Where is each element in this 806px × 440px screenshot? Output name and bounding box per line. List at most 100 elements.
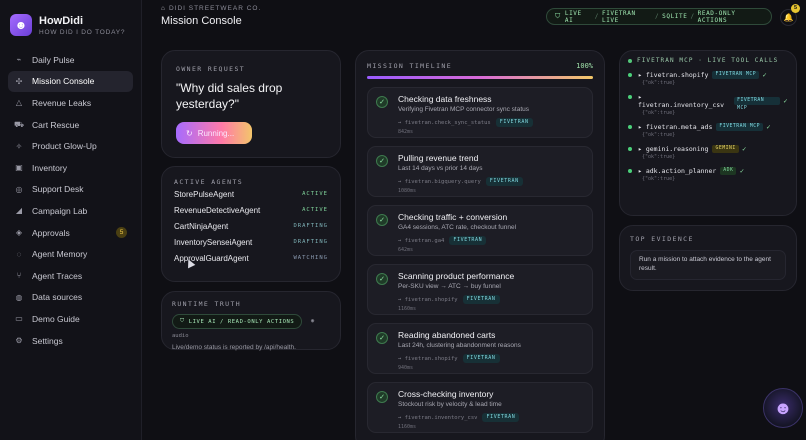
breadcrumb-store: DIDI STREETWEAR CO. (168, 5, 262, 12)
status-actions: READ-ONLY ACTIONS (697, 9, 736, 24)
step-title: Checking data freshness (398, 94, 492, 104)
sidebar-item-approvals[interactable]: ◈ Approvals 5 (8, 222, 133, 244)
step-subtitle: GA4 sessions, ATC rate, checkout funnel (398, 224, 517, 231)
sidebar-item-label: Product Glow-Up (32, 141, 97, 152)
sidebar-item-cart-rescue[interactable]: ⛟ Cart Rescue (8, 114, 133, 136)
run-mission-button[interactable]: ↻ Running... (176, 122, 252, 145)
cart-icon: ⛟ (14, 119, 25, 129)
assistant-mascot-icon[interactable]: ☻ (763, 388, 803, 428)
agent-state: ACTIVE (302, 207, 328, 213)
check-icon: ✓ (762, 72, 768, 79)
route-icon: ✣ (15, 76, 23, 86)
step-tool-call: → fivetran.inventory_csv (398, 414, 478, 421)
agent-name: InventorySenseiAgent (174, 237, 253, 247)
fivetran-tag: FIVETRAN (462, 295, 500, 304)
step-title: Reading abandoned carts (398, 330, 496, 340)
check-icon: ✓ (376, 391, 388, 403)
sidebar-item-mission-console[interactable]: ✣ Mission Console (8, 70, 133, 93)
agent-state: DRAFTING (293, 239, 328, 245)
step-tool-call: → fivetran.shopify (398, 296, 458, 303)
brand[interactable]: ☻ HowDidi HOW DID I DO TODAY? (0, 0, 141, 40)
sidebar-item-label: Approvals (32, 227, 70, 238)
sidebar-item-inventory[interactable]: ▣ Inventory (8, 157, 133, 179)
step-title: Scanning product performance (398, 271, 515, 281)
breadcrumb: ⌂ DIDI STREETWEAR CO. (161, 5, 261, 12)
agent-state: WATCHING (293, 255, 328, 261)
active-agents-label: ACTIVE AGENTS (174, 178, 244, 186)
check-icon: ✓ (376, 96, 388, 108)
sidebar-item-label: Agent Traces (32, 270, 83, 281)
status-db: SQLITE (662, 13, 688, 20)
step-tool-call: → fivetran.bigquery.query (398, 178, 481, 185)
refresh-icon: ↻ (186, 128, 193, 138)
sidebar-item-agent-traces[interactable]: ⑂ Agent Traces (8, 265, 133, 287)
timeline-step[interactable]: ✓ Scanning product performance Per-SKU v… (367, 264, 593, 315)
fivetran-tag: FIVETRAN (462, 354, 500, 363)
sidebar-item-support-desk[interactable]: ◎ Support Desk (8, 179, 133, 201)
tool-call-tag: ADK (720, 167, 737, 175)
step-title: Cross-checking inventory (398, 389, 494, 399)
sidebar-item-revenue-leaks[interactable]: △ Revenue Leaks (8, 92, 133, 114)
mission-timeline-card: MISSION TIMELINE 100% ✓ Checking data fr… (355, 50, 605, 440)
sidebar-item-demo-guide[interactable]: ▭ Demo Guide (8, 308, 133, 330)
sidebar-item-settings[interactable]: ⚙ Settings (8, 330, 133, 352)
shield-icon: ⛉ (180, 318, 185, 324)
step-duration: 940ms (398, 365, 414, 371)
agent-state: DRAFTING (293, 223, 328, 229)
tool-call-name: ▸ fivetran.meta_ads (638, 123, 713, 131)
sidebar-item-label: Cart Rescue (32, 119, 80, 130)
fivetran-tag: FIVETRAN (449, 236, 487, 245)
step-subtitle: Last 24h, clustering abandonment reasons (398, 342, 521, 349)
sidebar-item-campaign-lab[interactable]: ◢ Campaign Lab (8, 200, 133, 222)
tool-call-item[interactable]: ▸ fivetran.inventory_csv FIVETRAN MCP ✓ {"… (628, 93, 788, 116)
brand-tagline: HOW DID I DO TODAY? (39, 28, 126, 36)
check-icon: ✓ (376, 332, 388, 344)
tool-call-name: ▸ fivetran.inventory_csv (638, 93, 725, 109)
tool-call-item[interactable]: ▸ adk.action_planner ADK ✓ {"ok":true} (628, 167, 788, 182)
agent-row[interactable]: RevenueDetectiveAgent ACTIVE (174, 202, 328, 218)
tool-call-item[interactable]: ▸ gemini.reasoning GEMINI ✓ {"ok":true} (628, 145, 788, 160)
step-tool-call: → fivetran.check_sync_status (398, 119, 491, 126)
runtime-note: Live/demo status is reported by /api/hea… (172, 344, 296, 351)
tool-call-name: ▸ adk.action_planner (638, 167, 717, 175)
runtime-status-text: LIVE AI / READ-ONLY ACTIONS (188, 318, 295, 325)
timeline-step[interactable]: ✓ Checking data freshness Verifying Five… (367, 87, 593, 138)
top-evidence-label: TOP EVIDENCE (630, 235, 694, 243)
agent-row[interactable]: StorePulseAgent ACTIVE (174, 186, 328, 202)
sidebar-item-data-sources[interactable]: ◍ Data sources (8, 287, 133, 309)
tool-call-item[interactable]: ▸ fivetran.shopify FIVETRAN MCP ✓ {"ok":tr… (628, 71, 788, 86)
headset-icon: ◎ (15, 184, 23, 194)
sidebar-item-product-glow-up[interactable]: ✧ Product Glow-Up (8, 135, 133, 157)
owner-request-card: OWNER REQUEST "Why did sales drop yester… (161, 50, 341, 158)
agent-name: StorePulseAgent (174, 189, 235, 199)
sidebar-item-label: Settings (32, 335, 63, 346)
step-title: Checking traffic + conversion (398, 212, 508, 222)
runtime-status-pill: ⛉ LIVE AI / FIVETRAN LIVE / SQLITE / READ-O… (546, 8, 772, 25)
notification-count: 5 (791, 4, 800, 13)
megaphone-icon: ◢ (15, 206, 23, 216)
tool-call-tag: FIVETRAN MCP (712, 71, 760, 79)
sidebar-item-label: Data sources (32, 292, 83, 303)
check-icon: ✓ (766, 124, 772, 131)
timeline-step[interactable]: ✓ Cross-checking inventory Stockout risk… (367, 382, 593, 433)
robot-icon: ☻ (10, 14, 32, 36)
timeline-step[interactable]: ✓ Checking traffic + conversion GA4 sess… (367, 205, 593, 256)
agent-state: ACTIVE (302, 191, 328, 197)
shield-icon: ⛉ (555, 12, 561, 20)
agent-row[interactable]: InventorySenseiAgent DRAFTING (174, 234, 328, 250)
agent-row[interactable]: CartNinjaAgent DRAFTING (174, 218, 328, 234)
tool-call-item[interactable]: ▸ fivetran.meta_ads FIVETRAN MCP ✓ {"ok":t… (628, 123, 788, 138)
timeline-step[interactable]: ✓ Reading abandoned carts Last 24h, clus… (367, 323, 593, 374)
sidebar-item-daily-pulse[interactable]: ⌁ Daily Pulse (8, 49, 133, 71)
step-subtitle: Verifying Fivetran MCP connector sync st… (398, 106, 530, 113)
step-subtitle: Last 14 days vs prior 14 days (398, 165, 483, 172)
timeline-step[interactable]: ✓ Pulling revenue trend Last 14 days vs … (367, 146, 593, 197)
sidebar-item-label: Support Desk (32, 184, 84, 195)
sidebar-item-agent-memory[interactable]: ◌ Agent Memory (8, 243, 133, 265)
step-subtitle: Per-SKU view → ATC → buy funnel (398, 283, 501, 290)
sidebar-item-label: Inventory (32, 162, 67, 173)
agent-row[interactable]: ApprovalGuardAgent WATCHING (174, 250, 328, 266)
tool-call-result: {"ok":true} (642, 80, 676, 86)
branch-icon: ⑂ (16, 271, 22, 281)
check-icon: ✓ (782, 98, 788, 105)
